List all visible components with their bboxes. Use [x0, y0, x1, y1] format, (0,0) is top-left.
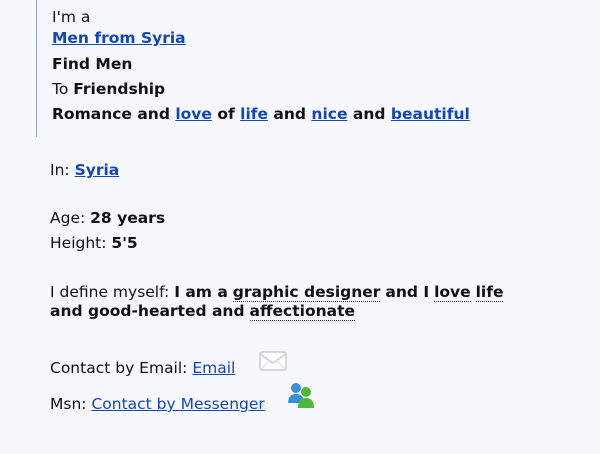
to-label: To [52, 80, 69, 98]
email-contact-line: Contact by Email: Email [50, 359, 235, 377]
seeking-line: To Friendship [52, 80, 165, 98]
graphic-designer-term[interactable]: graphic designer [232, 283, 381, 302]
define-text-2: and I [385, 283, 430, 301]
tags-prefix: Romance and [52, 105, 170, 123]
tag-nice-link[interactable]: nice [311, 105, 347, 123]
profile-summary: I'm a Men from Syria Find Men To Friends… [36, 0, 557, 137]
msn-contact-line: Msn: Contact by Messenger [50, 395, 265, 413]
email-link[interactable]: Email [192, 359, 235, 377]
email-label: Contact by Email: [50, 359, 188, 377]
define-line-2: and good-hearted and affectionate [50, 302, 356, 321]
affectionate-term[interactable]: affectionate [249, 302, 356, 321]
interest-tags: Romance and love of life and nice and be… [52, 105, 470, 123]
messenger-link[interactable]: Contact by Messenger [91, 395, 264, 413]
find-men-label: Find Men [52, 55, 133, 73]
tags-and-1: and [273, 105, 307, 123]
define-label: I define myself: [50, 283, 170, 301]
height-line: Height: 5'5 [50, 234, 138, 252]
age-label: Age: [50, 209, 86, 227]
love-term[interactable]: love [434, 283, 471, 302]
age-line: Age: 28 years [50, 209, 165, 227]
define-text-3: and good-hearted and [50, 302, 245, 320]
tag-beautiful-link[interactable]: beautiful [391, 105, 470, 123]
location-label: In: [50, 161, 70, 179]
im-a-label: I'm a [52, 8, 91, 26]
height-label: Height: [50, 234, 107, 252]
to-value: Friendship [73, 80, 166, 98]
tags-and-2: and [352, 105, 386, 123]
tag-love-link[interactable]: love [175, 105, 212, 123]
age-value: 28 years [90, 209, 166, 227]
messenger-buddies-icon[interactable] [285, 381, 317, 413]
cut-off-heading-fragment [180, 440, 188, 454]
location-link[interactable]: Syria [75, 161, 120, 179]
envelope-icon[interactable] [258, 346, 288, 376]
define-text-1: I am a [174, 283, 228, 301]
define-line-1: I define myself: I am a graphic designer… [50, 283, 504, 302]
gender-link[interactable]: Men from Syria [52, 29, 186, 47]
location-line: In: Syria [50, 161, 119, 179]
tag-life-link[interactable]: life [240, 105, 268, 123]
msn-label: Msn: [50, 395, 87, 413]
cut-off-heading [180, 440, 240, 454]
tags-of: of [217, 105, 235, 123]
life-term[interactable]: life [475, 283, 504, 302]
height-value: 5'5 [111, 234, 138, 252]
